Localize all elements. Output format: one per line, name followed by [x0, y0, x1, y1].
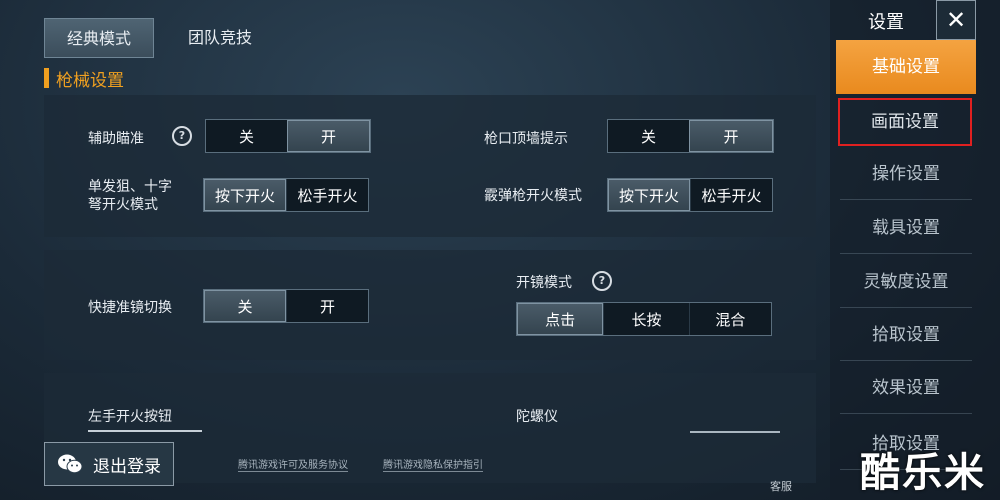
shotgun-fire-label: 霰弹枪开火模式	[484, 188, 582, 204]
logout-button[interactable]: 退出登录	[44, 442, 174, 486]
left-fire-button-label: 左手开火按钮	[88, 406, 202, 432]
gyroscope-control-edge[interactable]	[690, 431, 780, 433]
help-icon[interactable]: ?	[592, 271, 612, 291]
sidebar-item-controls[interactable]: 操作设置	[840, 148, 972, 200]
single-fire-label: 单发狙、十字 弩开火模式	[88, 179, 172, 213]
sidebar-item-basic[interactable]: 基础设置	[836, 40, 976, 94]
quick-scope-on[interactable]: 开	[286, 290, 368, 322]
logout-label: 退出登录	[93, 456, 161, 477]
scope-mode-tap[interactable]: 点击	[517, 303, 604, 335]
license-agreement-link[interactable]: 腾讯游戏许可及服务协议	[238, 456, 348, 472]
single-fire-press[interactable]: 按下开火	[204, 179, 286, 211]
quick-scope-label: 快捷准镜切换	[88, 300, 172, 316]
muzzle-wall-on[interactable]: 开	[689, 120, 773, 152]
scope-mode-label: 开镜模式	[516, 275, 572, 291]
muzzle-wall-toggle[interactable]: 关 开	[607, 119, 774, 153]
tab-classic-mode[interactable]: 经典模式	[44, 18, 154, 58]
quick-scope-off[interactable]: 关	[204, 290, 286, 322]
shotgun-fire-release[interactable]: 松手开火	[690, 179, 772, 211]
muzzle-wall-off[interactable]: 关	[608, 120, 689, 152]
section-accent-bar	[44, 68, 49, 88]
scope-mode-selector[interactable]: 点击 长按 混合	[516, 302, 772, 336]
gyroscope-label: 陀螺仪	[516, 409, 558, 425]
aim-assist-off[interactable]: 关	[206, 120, 287, 152]
help-icon[interactable]: ?	[172, 126, 192, 146]
sidebar-item-sensitivity[interactable]: 灵敏度设置	[840, 256, 972, 308]
sidebar-item-graphics[interactable]: 画面设置	[838, 98, 972, 146]
tab-team-battle[interactable]: 团队竞技	[170, 18, 270, 58]
privacy-guide-link[interactable]: 腾讯游戏隐私保护指引	[383, 456, 483, 472]
close-icon[interactable]: ✕	[936, 0, 976, 40]
muzzle-wall-label: 枪口顶墙提示	[484, 131, 568, 147]
scope-mode-mixed[interactable]: 混合	[688, 303, 771, 335]
settings-title: 设置	[868, 12, 904, 33]
single-fire-mode-toggle[interactable]: 按下开火 松手开火	[203, 178, 369, 212]
sidebar-item-pickup[interactable]: 拾取设置	[840, 309, 972, 361]
quick-scope-toggle[interactable]: 关 开	[203, 289, 369, 323]
aim-assist-label: 辅助瞄准	[88, 131, 144, 147]
customer-service-link[interactable]: 客服	[770, 478, 792, 494]
section-title: 枪械设置	[56, 71, 124, 91]
firearm-panel-1	[44, 95, 816, 237]
sidebar-item-vehicle[interactable]: 载具设置	[840, 202, 972, 254]
aim-assist-on[interactable]: 开	[287, 120, 370, 152]
shotgun-fire-mode-toggle[interactable]: 按下开火 松手开火	[607, 178, 773, 212]
wechat-icon	[58, 454, 83, 474]
shotgun-fire-press[interactable]: 按下开火	[608, 179, 690, 211]
sidebar-item-effects[interactable]: 效果设置	[840, 362, 972, 414]
single-fire-release[interactable]: 松手开火	[286, 179, 368, 211]
scope-mode-hold[interactable]: 长按	[603, 303, 689, 335]
watermark-logo: 酷乐米	[860, 450, 986, 496]
aim-assist-toggle[interactable]: 关 开	[205, 119, 371, 153]
